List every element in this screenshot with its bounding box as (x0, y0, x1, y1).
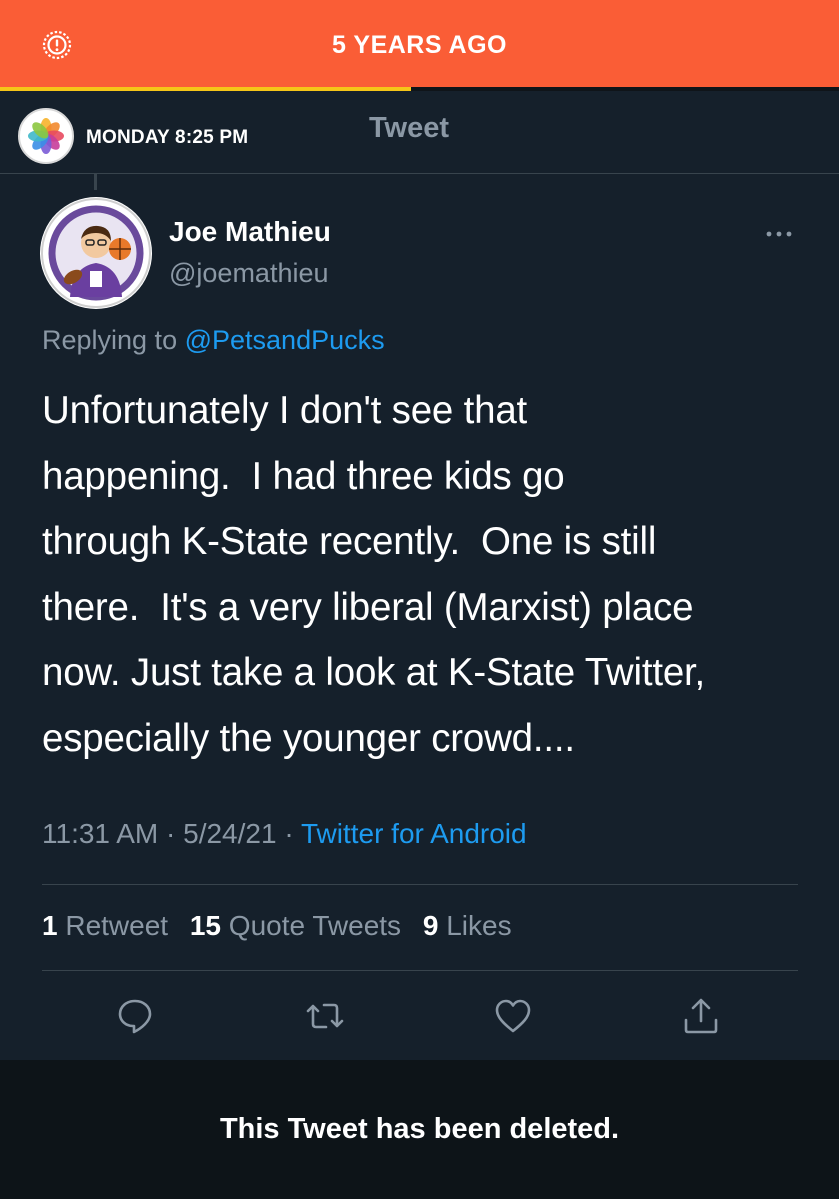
avatar-image (41, 198, 151, 308)
quotes-count: 15 (189, 910, 222, 941)
photos-icon (28, 118, 64, 154)
quotes-stat[interactable]: 15 Quote Tweets (190, 910, 401, 941)
banner-title: 5 YEARS AGO (332, 31, 507, 59)
likes-stat[interactable]: 9 Likes (423, 910, 512, 941)
likes-label: Likes (446, 910, 512, 941)
memory-source-chip[interactable]: MONDAY 8:25 PM (18, 108, 278, 164)
deleted-message: This Tweet has been deleted. (219, 1113, 620, 1145)
page-title: Tweet (369, 112, 450, 144)
memory-screen: 5 YEARS AGO MONDAY 8:25 PM Tweet Joe Mat… (0, 0, 839, 1199)
retweets-stat[interactable]: 1 Retweet (42, 910, 168, 941)
tweet-line: now. Just take a look at K-State Twitter… (42, 651, 706, 694)
author-avatar[interactable] (40, 197, 152, 309)
tweet-time: 11:31 AM (42, 818, 159, 849)
tweet-line: Unfortunately I don't see that (42, 389, 528, 432)
tweet-line: there. It's a very liberal (Marxist) pla… (42, 585, 694, 629)
thread-connector (94, 174, 97, 190)
memory-time: 8:25 PM (175, 127, 249, 148)
reply-icon[interactable] (113, 994, 157, 1038)
replying-to: Replying to @PetsandPucks (42, 325, 385, 356)
memory-day: MONDAY (86, 127, 170, 148)
tweet-stats: 1 Retweet 15 Quote Tweets 9 Likes (42, 910, 512, 942)
like-icon[interactable] (491, 994, 535, 1038)
memory-date: MONDAY 8:25 PM (86, 127, 248, 149)
tweet-line: especially the younger crowd.... (42, 716, 575, 760)
reply-mention-link[interactable]: @PetsandPucks (185, 325, 385, 355)
tweet-line: happening. I had three kids go (42, 454, 565, 498)
retweets-label: Retweet (65, 910, 169, 941)
tweet-body: Unfortunately I don't see that happening… (42, 378, 812, 771)
more-options-icon[interactable] (762, 222, 796, 246)
quotes-label: Quote Tweets (228, 910, 402, 941)
author-name[interactable]: Joe Mathieu (169, 216, 331, 248)
divider (42, 884, 798, 885)
divider (42, 970, 798, 971)
memory-banner: 5 YEARS AGO (0, 0, 839, 87)
tweet-line: through K-State recently. One is still (42, 520, 657, 563)
meta-separator: · (166, 818, 176, 849)
likes-count: 9 (422, 910, 439, 941)
tweet-meta: 11:31 AM · 5/24/21 · Twitter for Android (42, 818, 527, 850)
share-icon[interactable] (679, 994, 723, 1038)
tweet-date: 5/24/21 (183, 818, 277, 849)
photos-app-badge (18, 108, 74, 164)
retweet-icon[interactable] (303, 994, 347, 1038)
meta-separator: · (284, 818, 294, 849)
tweet-source-link[interactable]: Twitter for Android (301, 818, 527, 849)
retweets-count: 1 (42, 910, 58, 941)
replying-prefix: Replying to (42, 325, 178, 355)
author-handle[interactable]: @joemathieu (169, 258, 329, 289)
